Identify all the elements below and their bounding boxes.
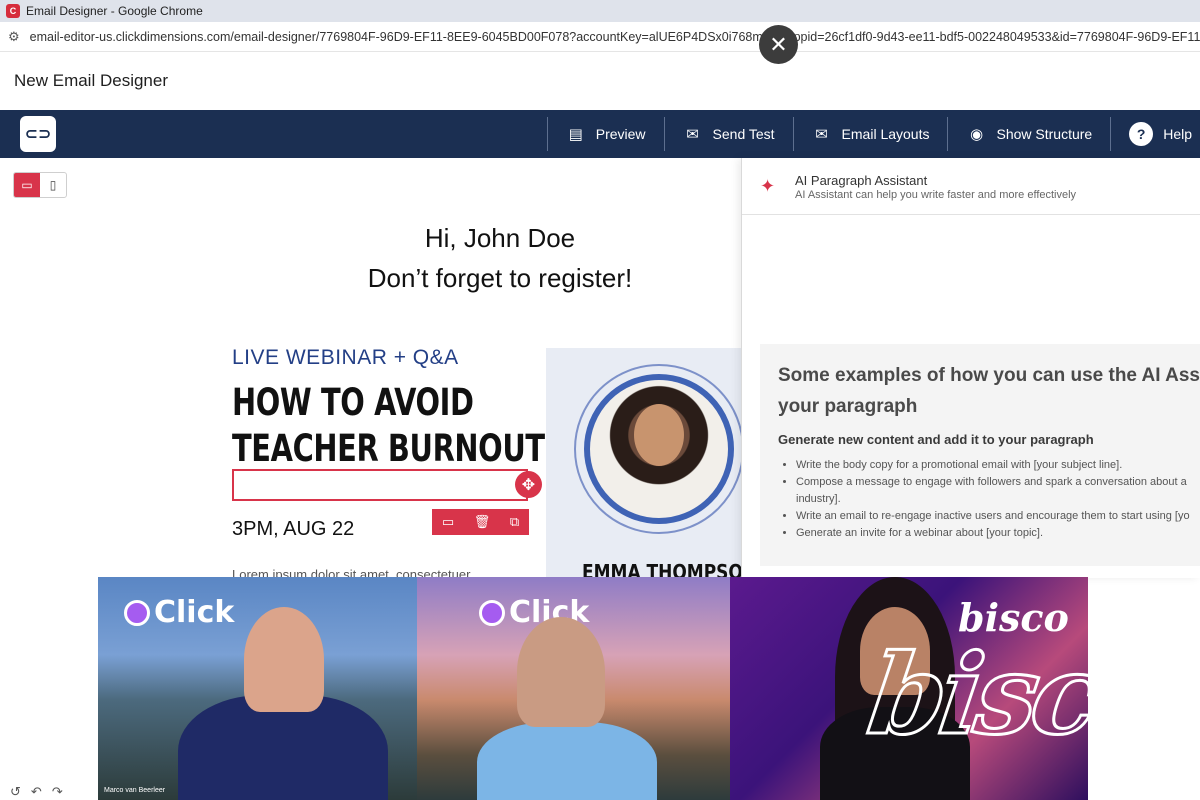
participant-name-tag: Marco van Beerleer	[104, 787, 166, 794]
participant-body	[477, 722, 657, 800]
mobile-view-icon[interactable]: ▯	[40, 173, 66, 197]
email-layouts-label: Email Layouts	[841, 126, 930, 142]
greeting-line-2: Don’t forget to register!	[367, 263, 633, 293]
video-participant-2: Click	[417, 577, 730, 800]
app-toolbar: ⊂⊃ ▤ Preview ✉ Send Test ✉ Email Layouts…	[0, 110, 1200, 158]
headline-line-1: HOW TO AVOID	[232, 381, 474, 424]
email-layouts-button[interactable]: ✉ Email Layouts	[794, 110, 948, 158]
example-item[interactable]: Generate an invite for a webinar about […	[796, 525, 1200, 542]
examples-heading-1: Some examples of how you can use the AI …	[778, 365, 1200, 386]
page-title: New Email Designer	[0, 52, 1200, 110]
participant-head	[244, 607, 324, 712]
help-button[interactable]: ? Help	[1111, 110, 1200, 158]
example-item[interactable]: Write an email to re-engage inactive use…	[796, 508, 1200, 525]
example-item[interactable]: industry].	[796, 491, 1200, 508]
ai-examples-box: Some examples of how you can use the AI …	[760, 344, 1200, 566]
move-icon[interactable]: ✥	[515, 471, 542, 498]
click-logo-text: Click	[154, 595, 235, 630]
history-controls: ↺ ↶ ↷	[10, 784, 63, 800]
help-icon: ?	[1129, 122, 1154, 146]
show-structure-button[interactable]: ◉ Show Structure	[948, 110, 1110, 158]
show-structure-label: Show Structure	[996, 126, 1093, 142]
ai-paragraph-assistant-panel: ✦ AI Paragraph Assistant AI Assistant ca…	[741, 158, 1200, 578]
examples-heading-2: your paragraph	[778, 396, 918, 417]
example-item[interactable]: Compose a message to engage with followe…	[796, 474, 1200, 491]
app-favicon-icon: C	[6, 4, 20, 18]
clickdimensions-logo-icon[interactable]: ⊂⊃	[20, 116, 56, 152]
desktop-view-icon[interactable]: ▭	[14, 173, 40, 197]
undo-icon[interactable]: ↶	[31, 784, 42, 800]
window-title: Email Designer - Google Chrome	[26, 4, 203, 18]
email-greeting[interactable]: Hi, John Doe Don’t forget to register!	[300, 218, 700, 298]
preview-button[interactable]: ▤ Preview	[548, 110, 664, 158]
speaker-card[interactable]	[546, 348, 742, 578]
browser-title-bar: C Email Designer - Google Chrome	[0, 0, 1200, 22]
generate-heading: Generate new content and add it to your …	[778, 432, 1094, 447]
webinar-headline[interactable]: HOW TO AVOID TEACHER BURNOUT	[232, 380, 545, 472]
eye-icon: ◉	[969, 126, 984, 143]
examples-list: Write the body copy for a promotional em…	[778, 457, 1200, 542]
help-label: Help	[1163, 126, 1192, 142]
selected-text-block[interactable]	[232, 469, 528, 501]
participant-head	[517, 617, 605, 727]
duplicate-icon[interactable]: ⧉	[510, 514, 519, 530]
url-text[interactable]: email-editor-us.clickdimensions.com/emai…	[30, 30, 1200, 44]
send-test-button[interactable]: ✉ Send Test	[665, 110, 793, 158]
device-toggle: ▭ ▯	[13, 172, 67, 198]
ai-panel-header: ✦ AI Paragraph Assistant AI Assistant ca…	[742, 158, 1200, 215]
redo-icon[interactable]: ↷	[52, 784, 63, 800]
event-time[interactable]: 3PM, AUG 22	[232, 518, 354, 541]
email-layouts-icon: ✉	[815, 126, 828, 143]
ai-panel-title: AI Paragraph Assistant	[795, 173, 928, 188]
send-test-label: Send Test	[712, 126, 775, 142]
speaker-face	[634, 404, 684, 466]
site-info-icon[interactable]: ⚙	[8, 29, 20, 45]
webinar-eyebrow[interactable]: LIVE WEBINAR + Q&A	[232, 346, 459, 370]
example-item[interactable]: Write the body copy for a promotional em…	[796, 457, 1200, 474]
click-logo-icon	[124, 599, 150, 626]
greeting-line-1: Hi, John Doe	[424, 223, 576, 253]
click-logo: Click	[124, 595, 234, 630]
magic-wand-icon: ✦	[760, 176, 776, 196]
video-participant-1: Click Marco van Beerleer	[98, 577, 417, 800]
history-icon[interactable]: ↺	[10, 784, 21, 800]
delete-icon[interactable]: 🗑	[474, 514, 491, 530]
click-logo-icon	[479, 599, 505, 626]
send-test-icon: ✉	[686, 126, 699, 143]
headline-line-2: TEACHER BURNOUT	[232, 427, 545, 470]
toolbar-actions: ▤ Preview ✉ Send Test ✉ Email Layouts ◉ …	[546, 110, 1200, 158]
ai-panel-subtitle: AI Assistant can help you write faster a…	[795, 189, 1077, 201]
block-toolbar: ▭ 🗑 ⧉	[432, 509, 529, 535]
preview-icon: ▤	[568, 126, 583, 143]
comment-icon[interactable]: ▭	[442, 514, 454, 530]
bisco-overlay-logo: bisco	[860, 629, 1172, 761]
address-bar[interactable]: ⚙ email-editor-us.clickdimensions.com/em…	[0, 22, 1200, 52]
preview-label: Preview	[595, 126, 646, 142]
close-icon[interactable]: ✕	[759, 25, 798, 64]
